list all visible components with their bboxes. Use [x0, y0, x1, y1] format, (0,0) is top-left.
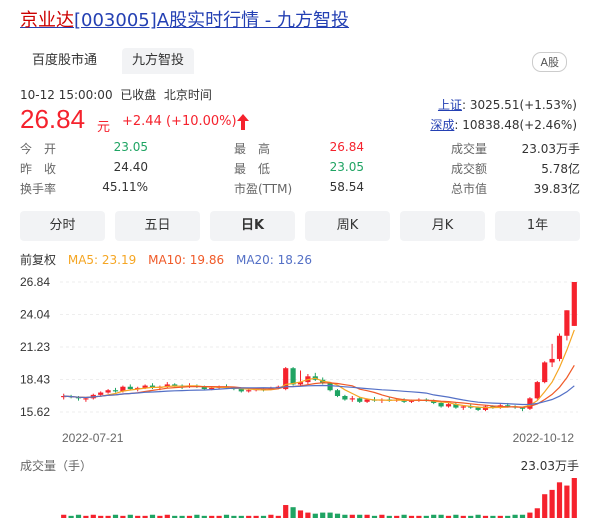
y-tick-label: 15.62 — [20, 405, 50, 419]
stats-row: 昨 收 24.40 最 低 23.05 成交额 5.78亿 — [20, 158, 580, 178]
price-unit: 元 — [97, 120, 111, 135]
ma5-legend: MA5: 23.19 — [67, 253, 137, 267]
kline-chart[interactable]: 26.84 24.04 21.23 18.43 15.62 2022-07-21 2022-… — [0, 270, 589, 450]
stat-value: 23.03万手 — [521, 142, 580, 156]
y-tick-label: 21.23 — [20, 340, 50, 354]
index-shenzhen-link[interactable]: 深成 — [430, 118, 454, 132]
volume-bar — [312, 513, 318, 518]
index-shanghai-value: 3025.51(+1.53%) — [469, 98, 577, 112]
x-tick-label: 2022-07-21 — [62, 431, 124, 445]
stat-value: 23.05 — [329, 160, 364, 174]
candle — [357, 398, 363, 402]
candle — [438, 402, 444, 407]
volume-chart[interactable] — [0, 472, 589, 518]
volume-bar — [549, 489, 555, 518]
tab-jiufang[interactable]: 九方智投 — [122, 48, 195, 74]
stat-value: 24.40 — [113, 160, 148, 174]
stat-value: 5.78亿 — [541, 162, 580, 176]
quote-meta: 10-12 15:00:00 已收盘 北京时间 — [20, 86, 212, 103]
current-price: 26.84 — [20, 104, 86, 134]
y-tick-label: 24.04 — [20, 307, 50, 321]
candle — [564, 310, 570, 336]
ma20-legend: MA20: 18.26 — [235, 253, 313, 267]
candle — [83, 398, 89, 400]
period-daily-k-button[interactable]: 日K — [210, 211, 295, 241]
tab-baidu-stock[interactable]: 百度股市通 — [22, 48, 107, 74]
candle — [549, 358, 555, 363]
stats-row: 今 开 23.05 最 高 26.84 成交量 23.03万手 — [20, 138, 580, 158]
change-percent: (+10.00%) — [165, 114, 237, 129]
stats-row: 换手率 45.11% 市盈(TTM) 58.54 总市值 39.83亿 — [20, 178, 580, 198]
candle — [534, 382, 540, 399]
market-badge: A股 — [532, 52, 567, 72]
volume-bar — [527, 512, 533, 518]
source-tabs: 百度股市通 九方智投 A股 — [0, 42, 589, 76]
candle — [542, 362, 548, 383]
volume-bar — [542, 494, 548, 518]
candle — [445, 404, 452, 407]
period-5day-button[interactable]: 五日 — [115, 211, 200, 241]
ma10-legend: MA10: 19.86 — [148, 253, 225, 267]
quote-stats: 今 开 23.05 最 高 26.84 成交量 23.03万手 昨 收 24.4… — [20, 138, 580, 198]
volume-bar — [320, 512, 326, 518]
period-intraday-button[interactable]: 分时 — [20, 211, 105, 241]
volume-bar — [327, 512, 333, 518]
candle — [238, 389, 244, 392]
market-status: 已收盘 — [120, 88, 157, 102]
ma5-line — [63, 329, 575, 409]
up-arrow-icon — [237, 114, 249, 130]
volume-bar — [297, 510, 304, 518]
y-tick-label: 26.84 — [20, 275, 50, 289]
candle — [342, 396, 348, 400]
volume-bar — [571, 478, 577, 518]
period-1year-button[interactable]: 1年 — [495, 211, 580, 241]
adjust-mode[interactable]: 前复权 — [20, 253, 56, 267]
index-shanghai: 上证: 3025.51(+1.53%) — [437, 98, 577, 112]
index-shanghai-link[interactable]: 上证 — [438, 98, 462, 112]
title-rest: A股实时行情 - 九方智投 — [156, 10, 350, 31]
candle — [571, 282, 577, 326]
candle — [475, 407, 481, 410]
volume-bar — [556, 482, 563, 518]
period-weekly-k-button[interactable]: 周K — [305, 211, 390, 241]
page-title[interactable]: 京业达[003005]A股实时行情 - 九方智投 — [20, 6, 349, 32]
stock-code: [003005] — [74, 10, 157, 31]
candle — [334, 390, 341, 397]
candle — [105, 390, 111, 393]
candle — [460, 406, 466, 408]
stat-value: 39.83亿 — [533, 182, 580, 196]
candle — [290, 368, 296, 385]
stat-value: 45.11% — [102, 180, 148, 194]
index-shenzhen: 深成: 10838.48(+2.46%) — [430, 118, 577, 132]
change-amount: +2.44 — [122, 114, 162, 129]
candle — [112, 390, 119, 392]
volume-bar — [290, 507, 296, 518]
chart-legend: 前复权 MA5: 23.19 MA10: 19.86 MA20: 18.26 — [20, 251, 320, 268]
x-tick-label: 2022-10-12 — [513, 431, 575, 445]
timezone-label: 北京时间 — [163, 88, 212, 102]
stat-value: 23.05 — [113, 140, 148, 154]
stat-value: 26.84 — [329, 140, 364, 154]
volume-bar — [283, 505, 289, 518]
candle — [349, 398, 355, 400]
y-tick-label: 18.43 — [20, 372, 50, 386]
ma10-line — [63, 364, 575, 409]
period-monthly-k-button[interactable]: 月K — [400, 211, 485, 241]
stock-name: 京业达 — [20, 10, 74, 31]
candle — [98, 392, 104, 395]
candle — [246, 390, 252, 392]
period-selector: 分时 五日 日K 周K 月K 1年 — [20, 211, 580, 242]
price-change: +2.44 (+10.00%) — [122, 114, 237, 129]
candle — [127, 386, 133, 390]
volume-bar — [334, 513, 341, 518]
volume-bar — [534, 508, 540, 518]
index-shenzhen-value: 10838.48(+2.46%) — [462, 118, 577, 132]
quote-datetime: 10-12 15:00:00 — [20, 88, 113, 102]
candle — [327, 383, 333, 391]
volume-bar — [564, 485, 570, 518]
stat-value: 58.54 — [329, 180, 364, 194]
candle — [556, 335, 563, 359]
volume-bar — [305, 512, 311, 518]
